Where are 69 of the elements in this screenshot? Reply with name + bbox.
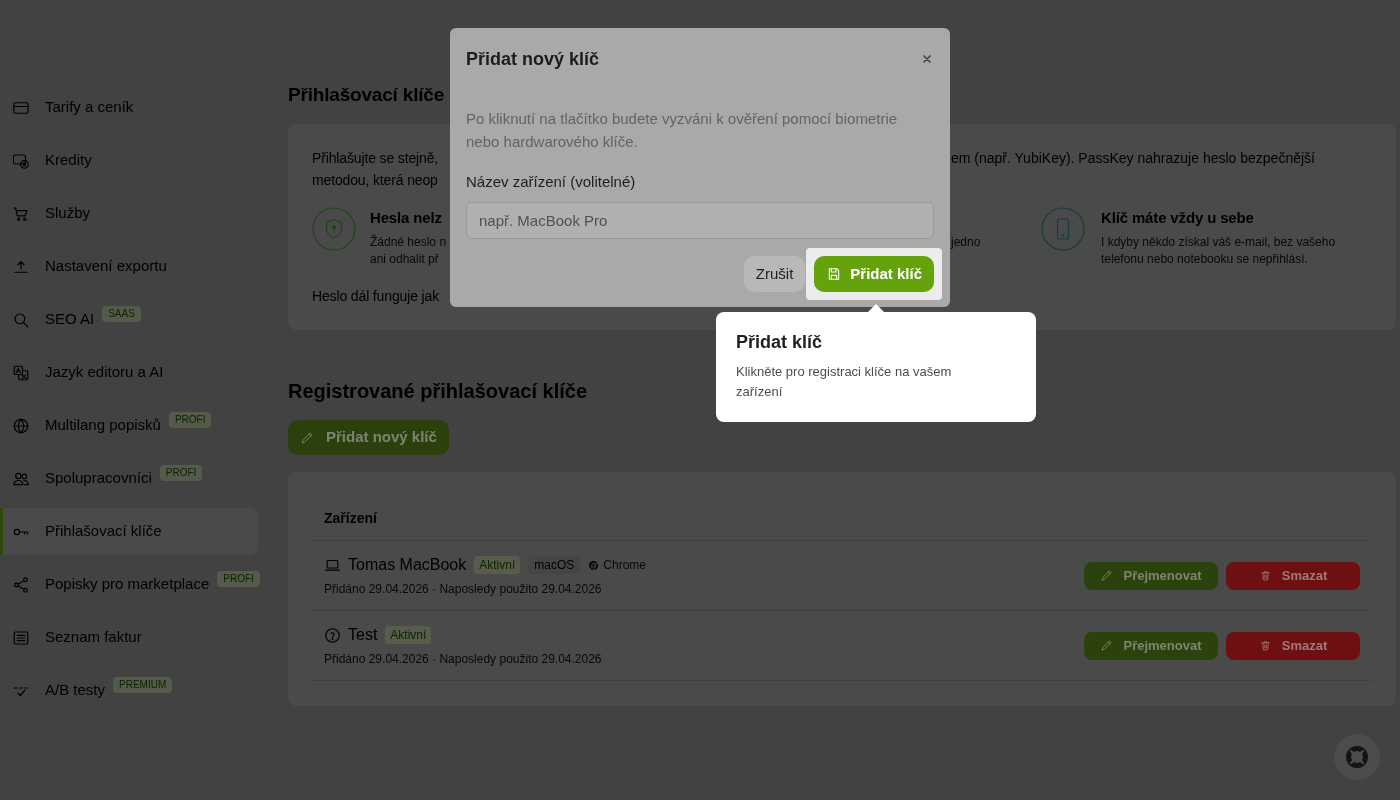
device-name-field[interactable]: např. MacBook Pro [466,202,934,239]
plan-badge: PROFI [217,570,260,587]
sidebar-item[interactable]: Multilang popisků PROFI [0,402,258,449]
share-icon [12,575,30,594]
feature-text: I kdyby někdo získal váš e-mail, bez vašeho telefonu nebo notebooku se nepřihlásí. [1101,234,1337,268]
close-icon [921,53,933,65]
column-header: Zařízení [324,508,377,528]
list-icon [12,628,30,647]
page-title: Přihlašovací klíče [288,83,445,107]
cart-icon [12,204,30,223]
status-badge: Aktivní [385,626,432,644]
rename-button[interactable]: Přejmenovat [1084,631,1218,660]
feature-title: Klíč máte vždy u sebe [1101,208,1254,228]
sidebar-item[interactable]: Seznam faktur [0,614,258,661]
add-key-button[interactable]: Přidat nový klíč [288,420,449,455]
wallet-coin-icon [12,151,30,170]
lifebuoy-icon [1345,745,1369,769]
plan-badge: PROFI [168,411,212,428]
modal-description: Po kliknutí na tlačítko budete vyzváni k ověření pomocí biometrie nebo hardwarového klíče. [466,109,899,152]
sidebar-item[interactable]: Nastavení exportu [0,243,258,290]
device-meta: Přidáno 29.04.2026 · Naposledy použito 29.04.2026 [324,651,602,667]
field-label: Název zařízení (volitelné) [466,172,636,192]
sidebar-item[interactable]: Jazyk editoru a AI [0,349,258,396]
help-button[interactable] [1334,734,1380,780]
sidebar-item[interactable]: SEO AI SAAS [0,296,258,343]
sidebar-item[interactable]: A/B testy PREMIUM [0,667,258,714]
plan-badge: SAAS [102,305,141,322]
section-title: Registrované přihlašovací klíče [288,379,588,404]
note-text: Heslo dál funguje jak [312,287,440,306]
device-name: Test [348,625,378,645]
plan-badge: PREMIUM [113,676,173,693]
cancel-button[interactable]: Zrušit [743,256,806,292]
translate-icon [12,363,30,382]
sidebar-item[interactable]: Přihlašovací klíče [0,508,258,555]
pencil-icon [300,430,314,445]
plan-badge: PROFI [159,464,203,481]
sidebar-item[interactable]: Kredity [0,137,258,184]
shield-lock-icon [312,207,356,251]
smartphone-icon [1041,207,1085,251]
pencil-icon [1100,639,1114,652]
trash-icon [1258,639,1272,652]
delete-button[interactable]: Smazat [1226,631,1360,660]
paragraph-text: em (např. YubiKey). PassKey nahrazuje heslo bezpečnější [951,149,1315,168]
rename-button[interactable]: Přejmenovat [1084,561,1218,590]
close-button[interactable] [921,53,933,65]
pencil-icon [1100,569,1114,582]
feature-text: jedno [951,234,981,251]
sidebar-item[interactable]: Spolupracovníci PROFI [0,455,258,502]
question-icon [324,626,341,644]
device-name: Tomas MacBook [348,555,467,575]
tooltip-text: Klikněte pro registraci klíče na vašem zařízení [736,363,953,401]
paragraph-text: metodou, která neop [312,172,438,188]
tooltip-title: Přidat klíč [736,331,823,354]
browser-label: Chrome [603,558,646,572]
globe-icon [12,416,30,435]
search-icon [12,310,30,329]
paragraph-text: Přihlašujte se stejně, [312,150,439,166]
trash-icon [1258,569,1272,582]
modal-title: Přidat nový klíč [466,48,600,71]
browser-logo-icon [588,559,600,571]
add-key-button[interactable]: Přidat klíč [814,256,934,292]
sidebar-item[interactable]: Tarify a ceník [0,84,258,131]
delete-button[interactable]: Smazat [1226,561,1360,590]
sidebar-item[interactable]: Popisky pro marketplace PROFI [0,561,258,608]
status-badge: Aktivní [474,556,521,574]
sidebar-item[interactable]: Služby [0,190,258,237]
os-badge: macOS [528,556,581,574]
device-meta: Přidáno 29.04.2026 · Naposledy použito 29.04.2026 [324,581,602,597]
feature-title: Hesla nelz [370,208,442,228]
